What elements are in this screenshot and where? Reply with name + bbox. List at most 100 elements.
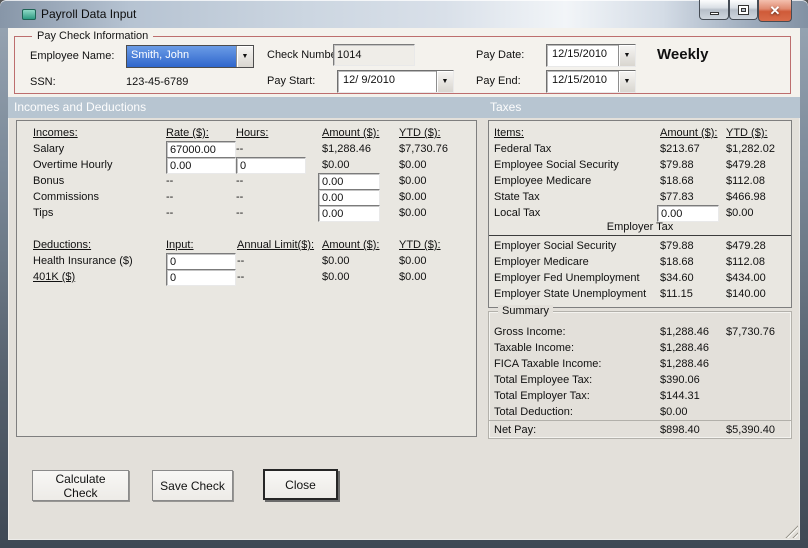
tax-row-label: Employee Medicare — [494, 175, 592, 187]
tax-row-amount: $34.60 — [660, 272, 694, 284]
tax-row-ytd: $140.00 — [726, 288, 766, 300]
tax-row-ytd: $1,282.02 — [726, 143, 775, 155]
commissions-hours-text: -- — [236, 191, 244, 203]
deduction-row-label: Health Insurance ($) — [33, 255, 133, 267]
tax-items-col-header: Items: — [494, 127, 524, 139]
summary-row-amount: $0.00 — [660, 406, 688, 418]
check-number-input[interactable] — [333, 44, 415, 66]
summary-row-label: Gross Income: — [494, 326, 566, 338]
summary-row-label: Total Employee Tax: — [494, 374, 593, 386]
amount-col-header: Amount ($): — [322, 127, 380, 139]
app-icon — [22, 9, 36, 20]
pay-date-dropdown-button[interactable]: ▼ — [618, 45, 635, 66]
summary-row-ytd: $5,390.40 — [726, 424, 775, 436]
overtime-hours-input[interactable] — [236, 157, 306, 174]
salary-amount-text: $1,288.46 — [322, 143, 371, 155]
save-check-button[interactable]: Save Check — [152, 470, 233, 501]
401k-link-label[interactable]: 401K ($) — [33, 271, 75, 284]
tax-row-label: Employer State Unemployment — [494, 288, 647, 300]
salary-rate-input[interactable] — [166, 141, 236, 158]
close-button[interactable]: Close — [263, 469, 338, 500]
summary-row-amount: $1,288.46 — [660, 326, 709, 338]
tax-row-label: State Tax — [494, 191, 540, 203]
summary-row-amount: $898.40 — [660, 424, 700, 436]
tax-row-label: Employee Social Security — [494, 159, 619, 171]
employee-name-value: Smith, John — [127, 46, 236, 67]
summary-row-label: Net Pay: — [494, 424, 537, 436]
incomes-col-header: Incomes: — [33, 127, 78, 139]
pay-end-value: 12/15/2010 — [552, 74, 608, 86]
tips-rate-text: -- — [166, 207, 174, 219]
tax-row-amount: $18.68 — [660, 256, 694, 268]
ded-ytd-col-header: YTD ($): — [399, 239, 441, 251]
local-tax-label: Local Tax — [494, 207, 541, 219]
tips-amount-input[interactable] — [318, 205, 380, 222]
close-icon: ✕ — [769, 2, 781, 18]
tax-row-amount: $18.68 — [660, 175, 694, 187]
minimize-icon — [709, 11, 719, 15]
employee-name-combobox[interactable]: Smith, John ▼ — [126, 45, 254, 68]
tax-row-label: Federal Tax — [494, 143, 552, 155]
rate-col-header: Rate ($): — [166, 127, 209, 139]
commissions-ytd-text: $0.00 — [399, 191, 427, 203]
local-tax-input[interactable] — [657, 205, 719, 222]
tax-row-label: Employer Medicare — [494, 256, 589, 268]
401k-ytd-text: $0.00 — [399, 271, 427, 283]
employer-tax-divider-label: Employer Tax — [606, 221, 674, 233]
health-insurance-limit-text: -- — [237, 255, 245, 267]
bonus-rate-text: -- — [166, 175, 174, 187]
maximize-icon — [739, 5, 748, 14]
employee-name-dropdown-button[interactable]: ▼ — [236, 46, 253, 67]
summary-row-label: Taxable Income: — [494, 342, 575, 354]
pay-start-value: 12/ 9/2010 — [343, 74, 395, 86]
401k-amount-text: $0.00 — [322, 271, 350, 283]
income-row-label: Salary — [33, 143, 65, 155]
summary-group-label: Summary — [498, 305, 554, 317]
pay-date-datepicker[interactable]: 12/15/2010 ▼ — [546, 44, 636, 67]
chevron-down-icon: ▼ — [441, 78, 449, 85]
window-title: Payroll Data Input — [41, 7, 137, 21]
401k-input[interactable] — [166, 269, 236, 286]
title-bar[interactable]: Payroll Data Input ✕ — [0, 0, 808, 28]
summary-row-amount: $1,288.46 — [660, 342, 709, 354]
summary-row-ytd: $7,730.76 — [726, 326, 775, 338]
pay-start-datepicker[interactable]: 12/ 9/2010 ▼ — [337, 70, 454, 93]
net-pay-separator — [489, 420, 791, 421]
employee-name-label: Employee Name: — [30, 50, 115, 62]
401k-limit-text: -- — [237, 271, 245, 283]
pay-start-dropdown-button[interactable]: ▼ — [436, 71, 453, 92]
bonus-amount-input[interactable] — [318, 173, 380, 190]
tax-row-amount: $79.88 — [660, 159, 694, 171]
summary-row-amount: $390.06 — [660, 374, 700, 386]
summary-row-label: FICA Taxable Income: — [494, 358, 602, 370]
taxes-section-header: Taxes — [490, 100, 522, 114]
employer-tax-divider-line — [489, 235, 791, 236]
commissions-rate-text: -- — [166, 191, 174, 203]
commissions-amount-input[interactable] — [318, 189, 380, 206]
local-tax-ytd: $0.00 — [726, 207, 754, 219]
ssn-value: 123-45-6789 — [126, 76, 189, 88]
tax-row-ytd: $479.28 — [726, 240, 766, 252]
ssn-label: SSN: — [30, 76, 56, 88]
close-window-button[interactable]: ✕ — [758, 0, 792, 22]
pay-end-datepicker[interactable]: 12/15/2010 ▼ — [546, 70, 636, 93]
input-col-header: Input: — [166, 239, 194, 251]
health-insurance-input[interactable] — [166, 253, 236, 270]
chevron-down-icon: ▼ — [241, 53, 249, 60]
maximize-button[interactable] — [729, 0, 758, 20]
overtime-rate-input[interactable] — [166, 157, 236, 174]
minimize-button[interactable] — [699, 0, 729, 20]
tax-row-label: Employer Social Security — [494, 240, 617, 252]
payroll-window: Payroll Data Input ✕ Pay Check Informati… — [0, 0, 808, 548]
tax-row-ytd: $479.28 — [726, 159, 766, 171]
tax-row-amount: $79.88 — [660, 240, 694, 252]
pay-end-dropdown-button[interactable]: ▼ — [618, 71, 635, 92]
tax-amount-col-header: Amount ($): — [660, 127, 718, 139]
ded-amount-col-header: Amount ($): — [322, 239, 380, 251]
ytd-col-header: YTD ($): — [399, 127, 441, 139]
summary-row-label: Total Employer Tax: — [494, 390, 590, 402]
tax-row-ytd: $112.08 — [726, 256, 765, 268]
pay-frequency-label: Weekly — [657, 46, 709, 63]
calculate-check-button[interactable]: Calculate Check — [32, 470, 129, 501]
summary-row-label: Total Deduction: — [494, 406, 573, 418]
